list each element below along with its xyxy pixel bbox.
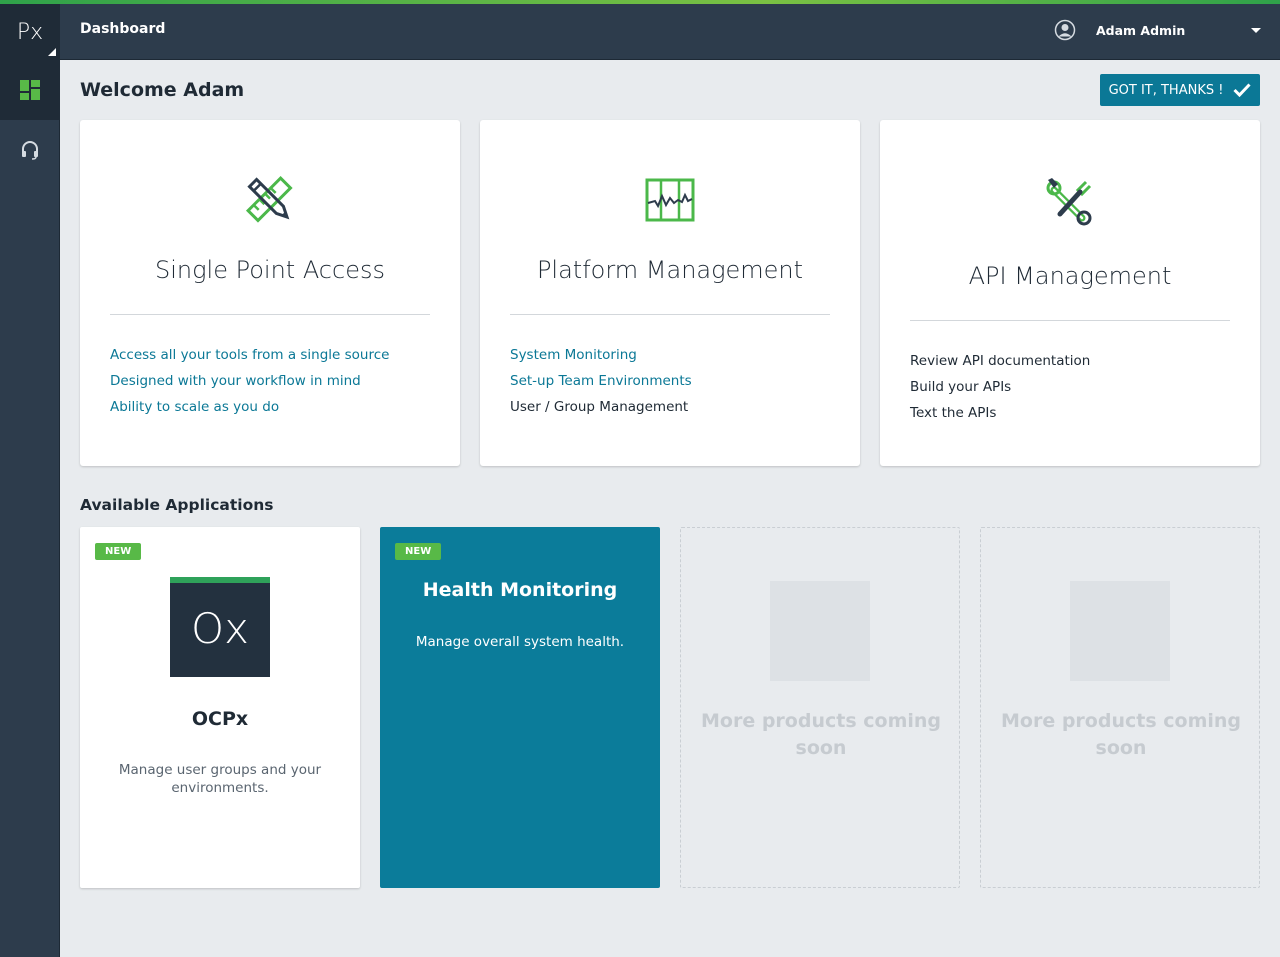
feature-link[interactable]: Set-up Team Environments <box>510 368 692 394</box>
ocpx-logo: Ox <box>170 577 270 677</box>
app-name: OCPx <box>191 708 249 730</box>
app-card-placeholder: More products coming soon <box>980 527 1260 888</box>
logo-text: Px <box>16 19 44 45</box>
ocpx-logo-text: Ox <box>191 603 249 653</box>
divider <box>110 314 430 315</box>
sidebar-item-support[interactable] <box>0 120 60 180</box>
feature-card-api-management: API Management Review API documentation … <box>880 120 1260 466</box>
app-description: Manage overall system health. <box>415 634 625 650</box>
feature-title: Platform Management <box>536 256 804 284</box>
ruler-pencil-icon <box>245 175 293 223</box>
main-content: Welcome Adam GOT IT, THANKS ! Single Poi… <box>60 60 1280 957</box>
feature-text: Review API documentation <box>910 353 1091 369</box>
coming-soon-text: More products coming soon <box>701 710 942 759</box>
app-name: Health Monitoring <box>422 579 618 601</box>
top-bar: Dashboard Adam Admin <box>60 0 1280 60</box>
user-menu[interactable]: Adam Admin <box>1054 19 1261 41</box>
chevron-down-icon[interactable] <box>1251 28 1261 33</box>
check-icon <box>1233 83 1252 97</box>
app-card-ocpx[interactable]: NEW Ox OCPx Manage user groups and your … <box>80 527 360 888</box>
feature-title: Single Point Access <box>155 256 385 284</box>
got-it-label: GOT IT, THANKS ! <box>1108 82 1224 98</box>
new-badge: NEW <box>95 543 142 560</box>
logo-corner-indicator <box>48 48 56 56</box>
feature-text: User / Group Management <box>510 399 689 415</box>
feature-card-single-point-access: Single Point Access Access all your tool… <box>80 120 460 466</box>
user-name: Adam Admin <box>1096 22 1186 38</box>
feature-title: API Management <box>968 262 1172 290</box>
feature-text: Build your APIs <box>910 379 1012 395</box>
app-card-health-monitoring[interactable]: NEW Health Monitoring Manage overall sys… <box>380 527 660 888</box>
user-avatar-icon <box>1054 19 1076 41</box>
section-title-available-applications: Available Applications <box>80 496 274 514</box>
welcome-heading: Welcome Adam <box>80 79 245 101</box>
feature-list: System Monitoring Set-up Team Environmen… <box>510 342 692 420</box>
got-it-button[interactable]: GOT IT, THANKS ! <box>1100 74 1260 106</box>
feature-link[interactable]: Access all your tools from a single sour… <box>110 342 389 368</box>
divider <box>910 320 1230 321</box>
placeholder-image <box>770 581 870 681</box>
headset-icon <box>22 141 38 160</box>
tools-wrench-icon <box>1046 178 1092 226</box>
feature-list: Review API documentation Build your APIs… <box>910 348 1090 426</box>
top-accent-bar <box>0 0 1280 4</box>
app-logo[interactable]: Px <box>0 0 60 60</box>
feature-card-platform-management: Platform Management System Monitoring Se… <box>480 120 860 466</box>
sidebar: Px <box>0 0 60 957</box>
new-badge: NEW <box>395 543 442 560</box>
divider <box>510 314 830 315</box>
monitoring-chart-icon <box>645 178 695 222</box>
sidebar-item-dashboard[interactable] <box>0 60 60 120</box>
dashboard-grid-icon <box>20 80 40 100</box>
feature-list: Access all your tools from a single sour… <box>110 342 389 420</box>
app-card-placeholder: More products coming soon <box>680 527 960 888</box>
feature-link[interactable]: System Monitoring <box>510 342 692 368</box>
feature-link[interactable]: Ability to scale as you do <box>110 394 389 420</box>
placeholder-image <box>1070 581 1170 681</box>
feature-link[interactable]: Designed with your workflow in mind <box>110 368 389 394</box>
coming-soon-text: More products coming soon <box>1001 710 1242 759</box>
app-description: Manage user groups and your environments… <box>118 762 322 796</box>
feature-text: Text the APIs <box>910 405 997 421</box>
page-title: Dashboard <box>80 21 166 37</box>
